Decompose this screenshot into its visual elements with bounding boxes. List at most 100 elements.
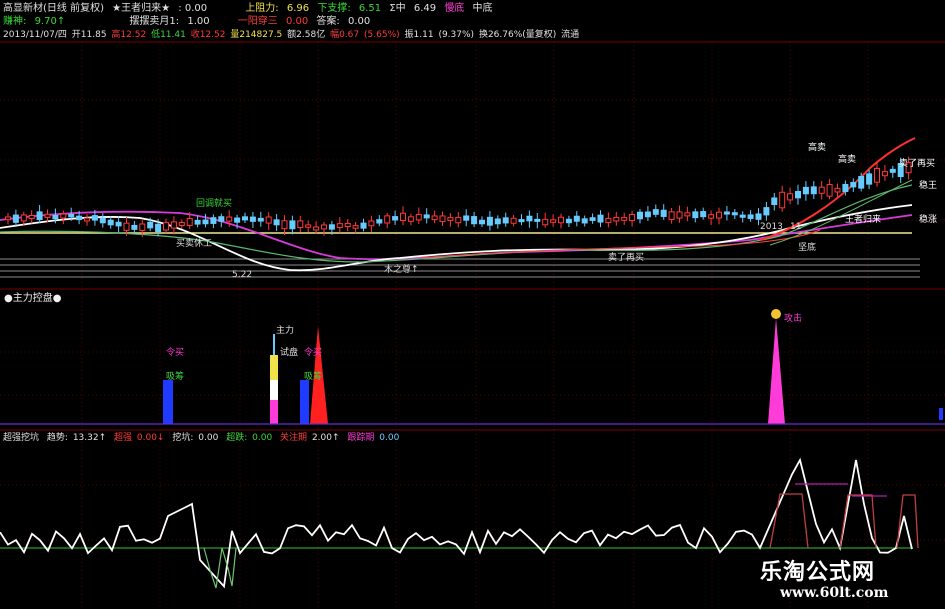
p2-attack: 攻击	[784, 314, 803, 324]
watch-value: 2.00↑	[311, 433, 340, 443]
candle-body	[439, 215, 446, 223]
spike-magenta	[768, 318, 785, 424]
candle-body	[99, 217, 106, 224]
p2-ling-mai-2: 令买	[304, 348, 323, 358]
watermark-name: 乐淘公式网	[760, 559, 876, 585]
candle-body	[297, 220, 304, 229]
p2-shipan: 试盘	[280, 348, 299, 358]
candle-body	[170, 221, 177, 229]
label-gao-mai: 高卖	[808, 141, 826, 153]
panel2-title[interactable]: ●主力控盘●	[4, 293, 61, 305]
label-buy-rest: 买卖休工	[176, 237, 212, 249]
candle-body	[210, 217, 217, 224]
candle-body	[692, 211, 699, 219]
bar-blue-edge	[939, 408, 943, 420]
dig-label: 挖坑:	[172, 433, 194, 443]
candle-body	[731, 212, 738, 216]
label-jian-di: 坚底	[798, 241, 816, 253]
candle-body	[44, 213, 51, 218]
candle-body	[621, 217, 628, 221]
candle-body	[558, 216, 564, 224]
candle-body	[526, 215, 533, 222]
candle-body	[155, 223, 162, 233]
candle-body	[771, 197, 778, 206]
candle-body	[755, 213, 762, 220]
super-value: 0.00↓	[136, 433, 165, 443]
candle-body	[858, 175, 865, 189]
candle-body	[234, 217, 241, 223]
candle-body	[107, 219, 114, 226]
dig-value: 0.00	[198, 433, 219, 443]
candle-body	[763, 207, 770, 216]
label-buy-then-sell: 卖了再买	[899, 158, 935, 169]
candle-body	[281, 220, 288, 230]
candle-body	[242, 216, 248, 221]
candle-body	[795, 190, 801, 199]
candle-body	[652, 209, 659, 215]
candle-body	[178, 221, 185, 226]
candle-body	[131, 224, 138, 230]
label-stable-up: 稳涨	[919, 213, 937, 225]
candle-body	[479, 219, 485, 225]
candle-body	[486, 216, 493, 226]
candle-body	[455, 217, 462, 224]
candle-body	[321, 224, 327, 230]
watermark-url: www.60lt.com	[780, 585, 889, 601]
p2-xi-mai: 吸筹	[166, 372, 185, 382]
candle-body	[716, 211, 722, 219]
candle-body	[186, 217, 193, 226]
p2-zhuli: 主力	[276, 326, 295, 336]
candle-body	[866, 173, 873, 185]
candle-body	[613, 216, 620, 222]
candle-body	[68, 213, 75, 218]
candle-body	[494, 218, 501, 225]
candle-body	[249, 216, 256, 222]
label-pullback-buy: 回调就买	[196, 197, 232, 209]
chart-canvas[interactable]: 回调就买 高卖 高卖 卖了再买 王者归来 稳王 稳涨 卖了再买 木之尊↑ 201…	[0, 0, 945, 609]
label-price-min: 5.22	[232, 270, 252, 280]
candle-body	[305, 224, 312, 228]
label-sell-then-buy: 卖了再买	[608, 252, 644, 263]
candle-body	[415, 213, 422, 221]
bar-blue-2	[300, 380, 309, 424]
bar-blue-1	[163, 380, 173, 424]
candle-body	[581, 218, 588, 224]
candle-body	[257, 217, 264, 222]
label-king-return: 王者归来	[845, 213, 881, 225]
candle-body	[874, 167, 880, 183]
ma-green-thin	[769, 179, 913, 246]
candle-body	[810, 186, 817, 195]
candle-body	[565, 218, 572, 224]
candle-body	[91, 215, 98, 221]
candle-body	[313, 226, 320, 231]
bar-white	[270, 380, 278, 400]
candle-body	[889, 168, 896, 173]
candle-body	[842, 183, 849, 192]
candle-body	[376, 219, 383, 224]
candle-body	[463, 215, 470, 221]
p2-xi-mai-2: 吸筹	[304, 372, 323, 382]
candle-body	[368, 220, 375, 227]
candle-body	[534, 218, 541, 222]
label-stable-king: 稳王	[919, 179, 937, 191]
candle-body	[123, 222, 130, 231]
candle-body	[787, 193, 794, 201]
candle-body	[115, 221, 122, 227]
candle-body	[20, 214, 27, 222]
candle-body	[336, 223, 343, 228]
candle-body	[84, 217, 90, 222]
candle-body	[226, 216, 233, 222]
candle-body	[802, 186, 809, 195]
candle-body	[400, 212, 406, 222]
candle-body	[660, 209, 667, 217]
candle-body	[779, 191, 786, 209]
panel3-title[interactable]: 超强挖坑	[3, 433, 39, 443]
label-wood-buy: 木之尊↑	[384, 263, 419, 275]
chart-window[interactable]: 高显新材(日线 前复权) ★王者归来★ : 0.00 上阻力: 6.96 下支撑…	[0, 0, 945, 609]
candle-body	[629, 213, 636, 222]
super-label: 超强	[114, 433, 133, 443]
candle-body	[447, 217, 454, 221]
candle-body	[328, 224, 335, 230]
candle-body	[360, 222, 367, 229]
candle-body	[431, 215, 438, 221]
